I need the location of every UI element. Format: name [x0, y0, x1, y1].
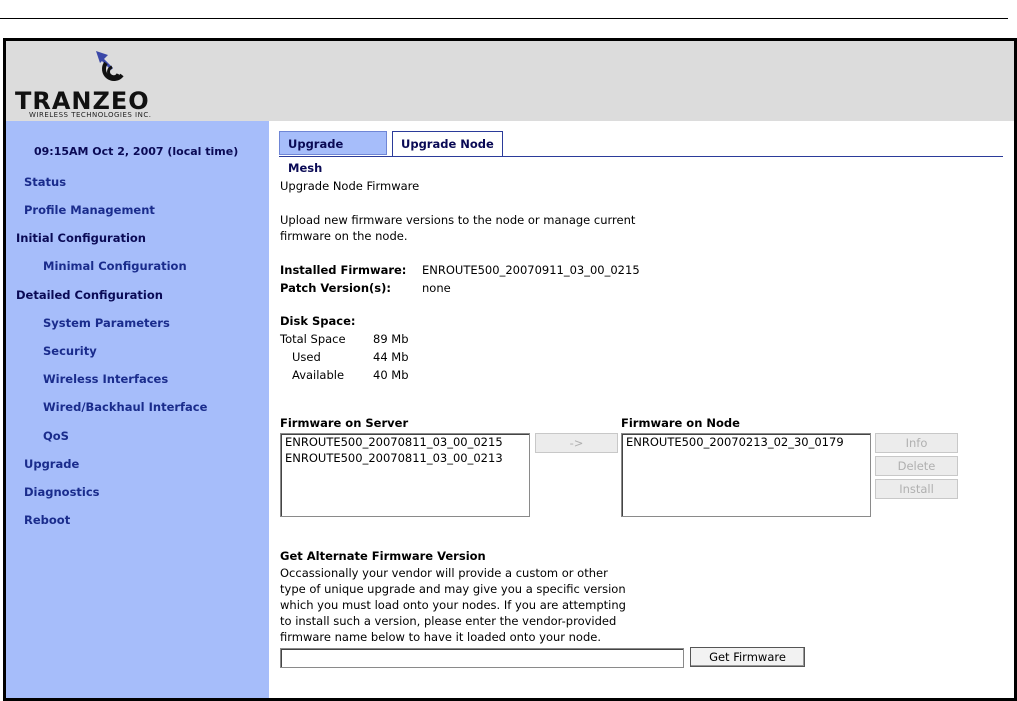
- tab-upgrade-node[interactable]: Upgrade Node: [392, 131, 503, 157]
- window-frame: TRANZEO WIRELESS TECHNOLOGIES INC. 09:15…: [3, 38, 1017, 701]
- main-content: Upgrade Mesh Upgrade Node Upgrade Node F…: [269, 121, 1014, 698]
- firmware-on-server-heading: Firmware on Server: [280, 416, 409, 430]
- header: TRANZEO WIRELESS TECHNOLOGIES INC.: [6, 41, 1014, 121]
- sidebar-item-qos[interactable]: QoS: [43, 429, 69, 443]
- disk-space-heading: Disk Space:: [280, 314, 356, 328]
- logo-subtitle: WIRELESS TECHNOLOGIES INC.: [29, 111, 152, 119]
- sidebar-item-minimal-configuration[interactable]: Minimal Configuration: [43, 259, 187, 273]
- tranzeo-logo: TRANZEO WIRELESS TECHNOLOGIES INC.: [12, 47, 232, 119]
- installed-firmware-label: Installed Firmware:: [280, 263, 407, 277]
- description-line-2: firmware on the node.: [280, 229, 408, 243]
- node-firmware-list[interactable]: ENROUTE500_20070213_02_30_0179: [621, 433, 871, 517]
- alternate-text-line-4: to install such a version, please enter …: [280, 614, 617, 628]
- sidebar-item-initial-configuration[interactable]: Initial Configuration: [16, 231, 146, 245]
- alternate-firmware-heading: Get Alternate Firmware Version: [280, 549, 486, 563]
- disk-used-value: 44 Mb: [373, 350, 409, 364]
- firmware-name-input[interactable]: [280, 648, 684, 668]
- sidebar-item-detailed-configuration[interactable]: Detailed Configuration: [16, 288, 163, 302]
- transfer-arrow-button[interactable]: ->: [535, 433, 618, 453]
- antenna-logo-icon: [96, 51, 124, 81]
- sidebar-item-system-parameters[interactable]: System Parameters: [43, 316, 170, 330]
- patch-version-value: none: [422, 281, 451, 295]
- list-item[interactable]: ENROUTE500_20070811_03_00_0213: [281, 450, 529, 466]
- disk-available-label: Available: [292, 368, 345, 382]
- list-item[interactable]: ENROUTE500_20070213_02_30_0179: [622, 434, 870, 450]
- install-button[interactable]: Install: [875, 479, 958, 499]
- alternate-text-line-3: which you must load onto your nodes. If …: [280, 598, 626, 612]
- top-rule: [0, 18, 1008, 19]
- sidebar-item-diagnostics[interactable]: Diagnostics: [24, 485, 100, 499]
- get-firmware-button[interactable]: Get Firmware: [690, 647, 805, 667]
- tab-upgrade-mesh[interactable]: Upgrade Mesh: [279, 131, 387, 175]
- disk-available-value: 40 Mb: [373, 368, 409, 382]
- info-button[interactable]: Info: [875, 433, 958, 453]
- sidebar-item-security[interactable]: Security: [43, 344, 97, 358]
- tab-underline: [279, 156, 1003, 157]
- sidebar: 09:15AM Oct 2, 2007 (local time) Status …: [6, 121, 269, 698]
- local-time: 09:15AM Oct 2, 2007 (local time): [34, 145, 239, 158]
- firmware-on-node-heading: Firmware on Node: [621, 416, 740, 430]
- sidebar-item-reboot[interactable]: Reboot: [24, 513, 70, 527]
- sidebar-item-status[interactable]: Status: [24, 175, 66, 189]
- disk-total-value: 89 Mb: [373, 332, 409, 346]
- delete-button[interactable]: Delete: [875, 456, 958, 476]
- disk-used-label: Used: [292, 350, 321, 364]
- alternate-text-line-2: type of unique upgrade and may give you …: [280, 582, 626, 596]
- sidebar-item-wireless-interfaces[interactable]: Wireless Interfaces: [43, 372, 168, 386]
- sidebar-item-wired-backhaul-interface[interactable]: Wired/Backhaul Interface: [43, 400, 207, 414]
- page-title: Upgrade Node Firmware: [280, 179, 420, 193]
- list-item[interactable]: ENROUTE500_20070811_03_00_0215: [281, 434, 529, 450]
- sidebar-item-profile-management[interactable]: Profile Management: [24, 203, 155, 217]
- installed-firmware-value: ENROUTE500_20070911_03_00_0215: [422, 263, 640, 277]
- disk-total-label: Total Space: [280, 332, 346, 346]
- alternate-text-line-5: firmware name below to have it loaded on…: [280, 630, 602, 644]
- alternate-text-line-1: Occassionally your vendor will provide a…: [280, 566, 608, 580]
- server-firmware-list[interactable]: ENROUTE500_20070811_03_00_0215 ENROUTE50…: [280, 433, 530, 517]
- sidebar-item-upgrade[interactable]: Upgrade: [24, 457, 79, 471]
- patch-version-label: Patch Version(s):: [280, 281, 391, 295]
- description-line-1: Upload new firmware versions to the node…: [280, 213, 636, 227]
